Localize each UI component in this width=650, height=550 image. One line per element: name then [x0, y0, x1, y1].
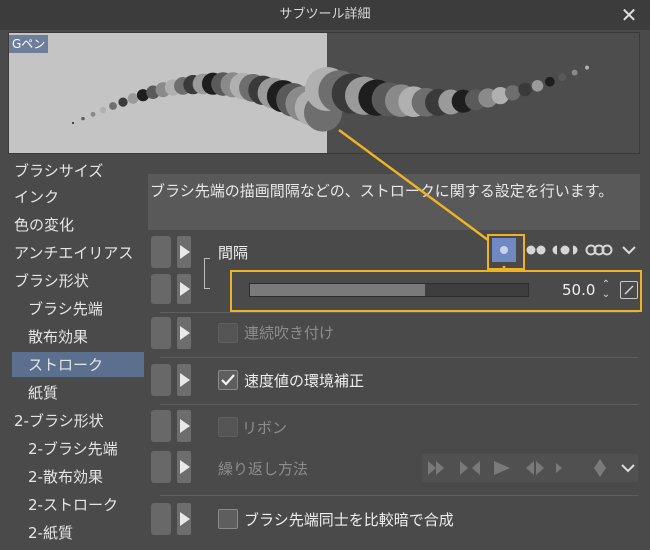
continuous-spray-label: 連続吹き付け [244, 324, 335, 342]
half-dot-icon [552, 245, 578, 255]
ribbon-label: リボン [242, 419, 288, 437]
brush-name-label: Gペン [9, 35, 49, 53]
repeat-method-pressure-button[interactable] [151, 451, 171, 483]
dot-glyph [500, 246, 508, 254]
sidebar-item[interactable]: 色の変化 [14, 212, 160, 238]
ribbon-checkbox[interactable] [218, 417, 238, 437]
stroke-dot [109, 102, 117, 110]
repeat-method-expand-button[interactable] [177, 451, 191, 483]
spacing-slider-track[interactable] [249, 283, 529, 297]
group-connector-line [204, 258, 205, 288]
continuous-spray-checkbox[interactable] [218, 323, 238, 343]
stroke-dot [118, 97, 128, 107]
spacing-pressure-button[interactable] [151, 236, 171, 268]
triple-dot-icon [585, 244, 613, 256]
description-text: ブラシ先端の描画間隔などの、ストロークに関する設定を行います。 [150, 182, 614, 200]
stroke-dot [518, 82, 532, 97]
close-icon[interactable]: ✕ [618, 4, 640, 26]
reset-icon[interactable] [620, 281, 638, 299]
spacing-label: 間隔 [218, 244, 249, 262]
triangle-right-icon [180, 373, 190, 387]
compare-darken-expand-button[interactable] [177, 503, 191, 535]
spacing-expand-button[interactable] [177, 236, 191, 268]
single-dot-icon[interactable] [492, 238, 516, 262]
triangle-right-icon [180, 419, 190, 433]
sidebar-item[interactable]: ブラシ形状 [14, 268, 160, 294]
spacing-preset-icons[interactable] [526, 241, 620, 259]
group-connector-line-bottom [204, 288, 210, 289]
speed-correction-pressure-button[interactable] [151, 364, 171, 396]
stroke-dot [127, 93, 139, 104]
group-connector-line-top [204, 258, 210, 259]
speed-correction-checkbox[interactable] [218, 370, 238, 390]
repeat-method-selector[interactable] [422, 454, 638, 482]
sidebar-item[interactable]: ブラシサイズ [14, 158, 160, 184]
spacing-slider-fill [250, 284, 426, 296]
stroke-dot [505, 85, 521, 101]
spacing-slider-expand-button[interactable] [177, 274, 191, 304]
compare-darken-checkbox[interactable] [218, 509, 238, 529]
compare-darken-pressure-button[interactable] [151, 503, 171, 535]
triangle-right-icon [180, 326, 190, 340]
compare-darken-label: ブラシ先端同士を比較暗で合成 [244, 511, 454, 529]
ribbon-pressure-button[interactable] [151, 410, 171, 442]
divider [160, 312, 638, 313]
sidebar-item[interactable]: インク [14, 184, 160, 210]
divider [160, 357, 638, 358]
stroke-dot [81, 116, 85, 121]
speed-correction-expand-button[interactable] [177, 364, 191, 396]
window-title: サブツール詳細 [279, 7, 371, 22]
stroke-dot [72, 122, 74, 124]
triangle-right-icon [180, 512, 190, 526]
speed-correction-label: 速度値の環境補正 [244, 372, 365, 390]
spacing-slider-pressure-button[interactable] [151, 274, 171, 304]
stroke-dot [531, 79, 544, 92]
continuous-spray-pressure-button[interactable] [151, 317, 171, 349]
divider [160, 495, 638, 496]
stroke-dot [558, 73, 567, 82]
stroke-preview-image [72, 65, 589, 132]
double-dot-icon [526, 245, 546, 255]
triangle-right-icon [180, 460, 190, 474]
ribbon-expand-button[interactable] [177, 410, 191, 442]
stroke-dot [90, 111, 96, 117]
triangle-right-icon [180, 245, 190, 259]
spin-down-icon[interactable]: ⌄ [600, 290, 612, 300]
repeat-method-label: 繰り返し方法 [218, 460, 309, 478]
sidebar-item[interactable]: 2-ブラシ形状 [14, 408, 160, 434]
spacing-value[interactable]: 50.0 [562, 281, 595, 299]
stroke-dot [545, 76, 555, 87]
continuous-spray-expand-button[interactable] [177, 317, 191, 349]
stroke-dot [571, 69, 578, 76]
triangle-right-icon [180, 282, 190, 296]
divider [160, 404, 638, 405]
stroke-dot [585, 65, 589, 70]
checkmark-icon [221, 374, 235, 386]
sidebar-item[interactable]: アンチエイリアス [14, 240, 160, 266]
chevron-down-icon[interactable] [621, 244, 637, 256]
stroke-dot [99, 106, 107, 114]
